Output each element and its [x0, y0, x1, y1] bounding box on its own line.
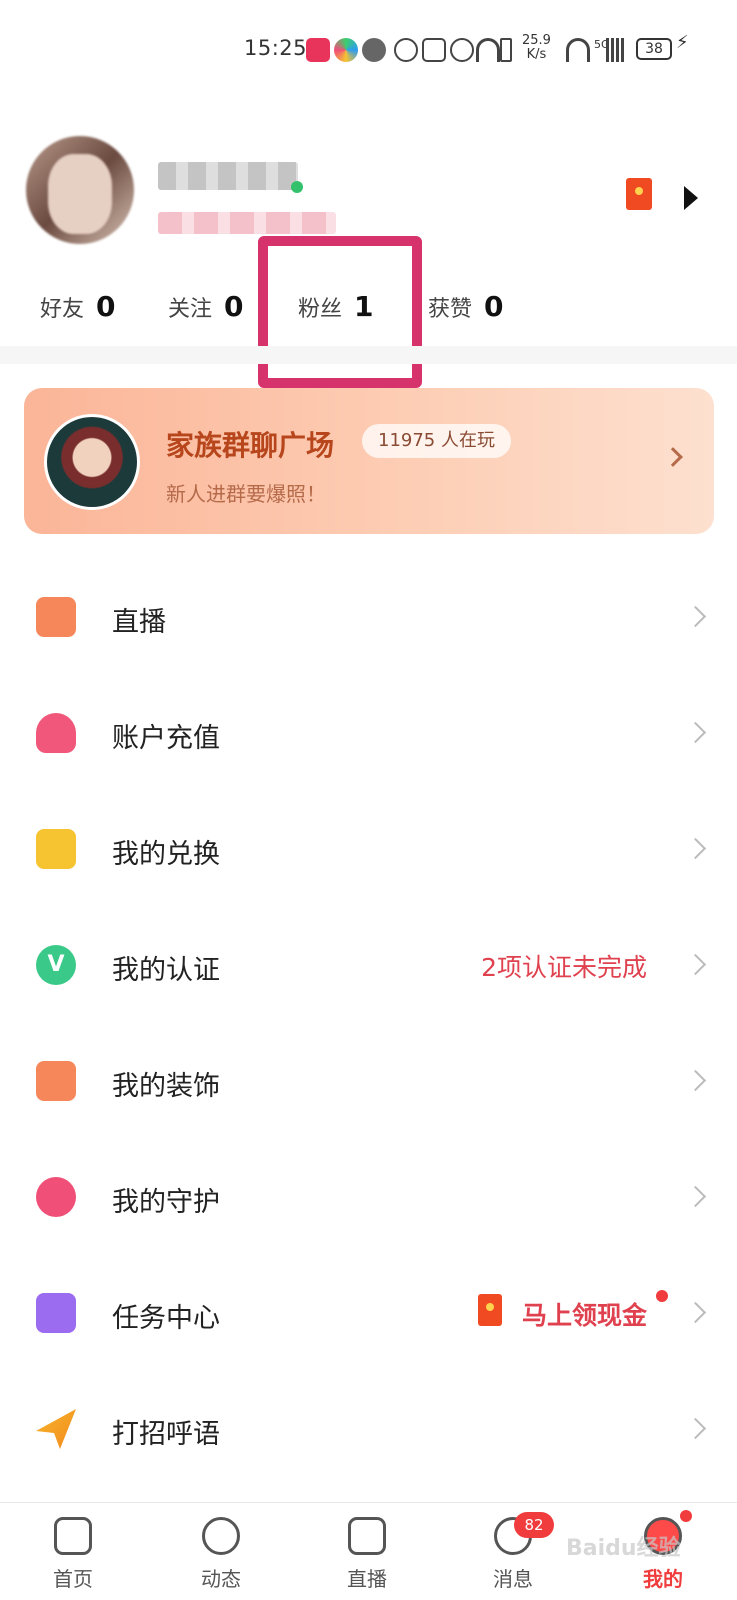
menu-item-greeting[interactable]: 打招呼语 — [0, 1370, 737, 1488]
status-bar: 15:25 25.9 K/s 5G 38 ⚡ — [0, 0, 737, 100]
notification-dot — [656, 1290, 668, 1302]
tab-live[interactable]: 直播 — [312, 1503, 422, 1600]
chevron-right-icon — [684, 837, 707, 860]
chevron-right-icon — [684, 1069, 707, 1092]
menu-label: 任务中心 — [112, 1303, 220, 1334]
verified-icon — [291, 181, 303, 193]
home-icon — [54, 1517, 92, 1555]
menu-label: 我的认证 — [112, 955, 220, 986]
menu-label: 打招呼语 — [112, 1419, 220, 1450]
alarm-icon — [450, 38, 474, 62]
menu-item-live[interactable]: 直播 — [0, 558, 737, 676]
stat-likes[interactable]: 获赞 0 — [428, 290, 504, 323]
tab-home[interactable]: 首页 — [18, 1503, 128, 1600]
status-time: 15:25 — [244, 36, 308, 60]
highlight-annotation-box — [258, 236, 422, 388]
net-speed: 25.9 K/s — [522, 34, 551, 62]
user-name[interactable] — [158, 162, 298, 190]
verification-status: 2项认证未完成 — [481, 953, 647, 982]
chevron-right-icon — [684, 605, 707, 628]
picture-icon — [36, 1061, 76, 1101]
battery-small-icon — [500, 38, 512, 62]
stat-value: 0 — [224, 290, 244, 323]
banner-title: 家族群聊广场 — [166, 429, 335, 462]
tv-icon — [36, 597, 76, 637]
charging-icon: ⚡ — [676, 32, 689, 53]
play-arrow-icon[interactable] — [684, 186, 698, 210]
chevron-right-icon — [684, 1185, 707, 1208]
players-count-pill: 11975 人在玩 — [362, 424, 511, 458]
hearts-icon — [36, 1177, 76, 1217]
cash-reward-text: 马上领现金 — [521, 1301, 647, 1330]
chevron-right-icon — [684, 953, 707, 976]
wechat-icon — [362, 38, 386, 62]
menu-label: 直播 — [112, 607, 166, 638]
wallet-icon — [36, 829, 76, 869]
tab-label: 消息 — [493, 1567, 533, 1591]
nfc-icon — [422, 38, 446, 62]
wifi-icon — [566, 38, 590, 62]
menu-item-guard[interactable]: 我的守护 — [0, 1138, 737, 1256]
stat-friends[interactable]: 好友 0 — [40, 290, 116, 323]
menu-item-exchange[interactable]: 我的兑换 — [0, 790, 737, 908]
user-subtitle — [158, 212, 336, 234]
notification-dot — [680, 1510, 692, 1522]
watermark: Baidu经验 — [566, 1536, 681, 1561]
chevron-right-icon — [663, 447, 683, 467]
red-packet-icon[interactable] — [626, 178, 652, 210]
signal-bars-icon — [606, 38, 624, 62]
paper-plane-icon — [36, 1409, 76, 1449]
data-icon — [394, 38, 418, 62]
red-packet-icon — [478, 1294, 502, 1326]
user-avatar[interactable] — [26, 136, 134, 244]
tab-label: 动态 — [201, 1567, 241, 1591]
net-speed-unit: K/s — [526, 47, 547, 62]
menu-label: 我的兑换 — [112, 839, 220, 870]
stat-following[interactable]: 关注 0 — [168, 290, 244, 323]
star-icon — [202, 1517, 240, 1555]
menu-item-decoration[interactable]: 我的装饰 — [0, 1022, 737, 1140]
battery-indicator: 38 — [636, 38, 672, 60]
messages-badge: 82 — [514, 1512, 554, 1538]
menu-item-verification[interactable]: V 我的认证 2项认证未完成 — [0, 906, 737, 1024]
menu-item-recharge[interactable]: 账户充值 — [0, 674, 737, 792]
money-bag-icon — [36, 713, 76, 753]
menu-label: 我的守护 — [112, 1187, 220, 1218]
menu-label: 我的装饰 — [112, 1071, 220, 1102]
video-icon — [348, 1517, 386, 1555]
menu-item-tasks[interactable]: 任务中心 马上领现金 — [0, 1254, 737, 1372]
stat-label: 好友 — [40, 297, 85, 322]
chevron-right-icon — [684, 721, 707, 744]
verified-badge-icon: V — [36, 945, 76, 985]
task-list-icon — [36, 1293, 76, 1333]
tab-label: 直播 — [347, 1567, 387, 1591]
section-divider — [0, 346, 737, 364]
app-swirl-icon — [334, 38, 358, 62]
chevron-right-icon — [684, 1417, 707, 1440]
app-notification-icon — [306, 38, 330, 62]
tab-label: 我的 — [643, 1567, 683, 1591]
stat-value: 0 — [484, 290, 504, 323]
menu-label: 账户充值 — [112, 723, 220, 754]
banner-avatar — [44, 414, 140, 510]
tab-feed[interactable]: 动态 — [166, 1503, 276, 1600]
chevron-right-icon — [684, 1301, 707, 1324]
banner-subtitle: 新人进群要爆照！ — [166, 482, 326, 506]
net-speed-value: 25.9 — [522, 33, 551, 48]
stat-label: 关注 — [168, 297, 213, 322]
stat-label: 获赞 — [428, 297, 473, 322]
stat-value: 0 — [96, 290, 116, 323]
family-chat-banner[interactable]: 家族群聊广场 11975 人在玩 新人进群要爆照！ — [24, 388, 714, 534]
tab-label: 首页 — [53, 1567, 93, 1591]
headphones-icon — [476, 38, 500, 62]
